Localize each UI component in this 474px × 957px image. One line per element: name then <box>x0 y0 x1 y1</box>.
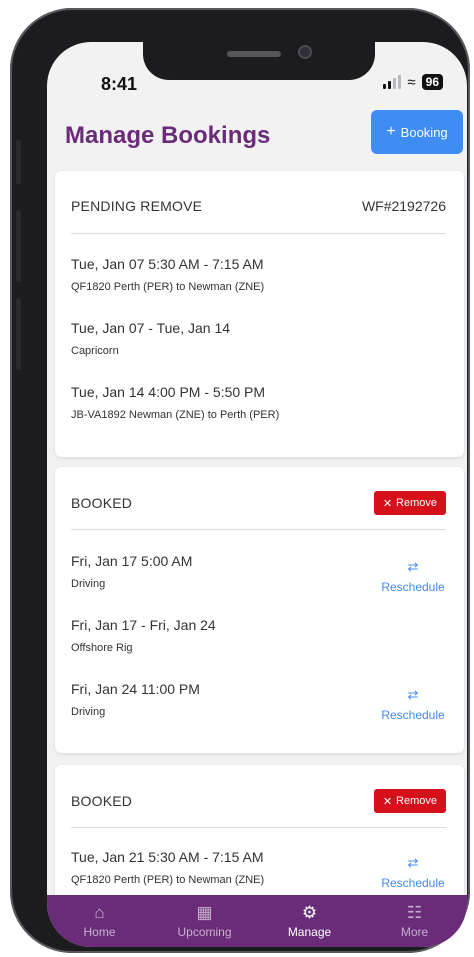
tab-home[interactable]: ⌂ Home <box>55 903 145 939</box>
booking-status: BOOKED <box>71 793 133 809</box>
notch <box>143 42 375 80</box>
leg-subtitle: QF1820 Perth (PER) to Newman (ZNE) <box>71 281 265 293</box>
leg-title: Tue, Jan 14 4:00 PM - 5:50 PM <box>71 384 266 400</box>
swap-icon: ⇄ <box>407 855 419 870</box>
swap-icon: ⇄ <box>407 687 419 702</box>
bookings-list[interactable]: PENDING REMOVE WF#2192726 Tue, Jan 07 5:… <box>47 168 467 896</box>
tab-upcoming[interactable]: ▦ Upcoming <box>160 903 250 939</box>
volume-down-button <box>16 298 21 370</box>
phone-frame: 8:41 ≈ 96 Manage Bookings + Booking PEND… <box>10 8 470 953</box>
leg-subtitle: JB-VA1892 Newman (ZNE) to Perth (PER) <box>71 409 280 421</box>
add-booking-label: Booking <box>400 124 448 140</box>
tab-label: Home <box>83 925 116 939</box>
tab-bar: ⌂ Home ▦ Upcoming ⚙ Manage ☷ More <box>47 895 467 947</box>
remove-label: Remove <box>396 795 437 807</box>
home-icon: ⌂ <box>94 903 105 922</box>
swap-icon: ⇄ <box>407 559 419 574</box>
reschedule-label: Reschedule <box>381 580 445 594</box>
tab-more[interactable]: ☷ More <box>370 903 460 939</box>
grid-icon: ☷ <box>406 903 423 922</box>
booking-leg: Tue, Jan 07 - Tue, Jan 14 Capricorn <box>71 320 448 357</box>
booking-card: BOOKED ✕ Remove Fri, Jan 17 5:00 AM Driv… <box>55 467 464 753</box>
remove-button[interactable]: ✕ Remove <box>373 789 446 813</box>
wifi-icon: ≈ <box>407 73 416 91</box>
tab-label: Upcoming <box>177 925 232 939</box>
leg-title: Tue, Jan 07 5:30 AM - 7:15 AM <box>71 256 264 272</box>
status-time: 8:41 <box>101 74 138 94</box>
reschedule-button[interactable]: ⇄ Reschedule <box>378 687 448 722</box>
reschedule-label: Reschedule <box>381 708 445 722</box>
screen: 8:41 ≈ 96 Manage Bookings + Booking PEND… <box>47 42 467 947</box>
booking-leg: Tue, Jan 21 5:30 AM - 7:15 AM QF1820 Per… <box>71 849 448 890</box>
page-title: Manage Bookings <box>65 122 271 149</box>
leg-subtitle: Capricorn <box>71 345 119 357</box>
add-booking-button[interactable]: + Booking <box>371 110 463 154</box>
booking-leg: Tue, Jan 14 4:00 PM - 5:50 PM JB-VA1892 … <box>71 384 448 421</box>
camera <box>298 45 312 59</box>
battery-icon: 96 <box>421 74 443 90</box>
reschedule-label: Reschedule <box>381 876 445 890</box>
close-icon: ✕ <box>382 795 393 808</box>
volume-up-button <box>16 210 21 282</box>
tab-label: Manage <box>287 925 332 939</box>
close-icon: ✕ <box>382 497 393 510</box>
booking-status: PENDING REMOVE <box>71 198 203 214</box>
divider <box>71 529 446 530</box>
booking-reference: WF#2192726 <box>361 198 446 214</box>
leg-title: Fri, Jan 17 - Fri, Jan 24 <box>71 617 216 633</box>
plus-icon: + <box>386 123 396 140</box>
booking-card: PENDING REMOVE WF#2192726 Tue, Jan 07 5:… <box>55 171 464 457</box>
booking-leg: Fri, Jan 24 11:00 PM Driving ⇄ Reschedul… <box>71 681 448 722</box>
tab-label: More <box>400 925 429 939</box>
booking-card: BOOKED ✕ Remove Tue, Jan 21 5:30 AM - 7:… <box>55 765 464 896</box>
divider <box>71 827 446 828</box>
reschedule-button[interactable]: ⇄ Reschedule <box>378 855 448 890</box>
booking-leg: Tue, Jan 07 5:30 AM - 7:15 AM QF1820 Per… <box>71 256 448 293</box>
gear-icon: ⚙ <box>301 903 318 922</box>
leg-title: Tue, Jan 07 - Tue, Jan 14 <box>71 320 231 336</box>
speaker <box>227 51 281 57</box>
signal-icon <box>383 75 402 89</box>
booking-leg: Fri, Jan 17 5:00 AM Driving ⇄ Reschedule <box>71 553 448 594</box>
app-header: Manage Bookings + Booking <box>47 110 467 166</box>
tab-manage[interactable]: ⚙ Manage <box>265 903 355 939</box>
status-icons: ≈ 96 <box>383 74 443 90</box>
booking-status: BOOKED <box>71 495 133 511</box>
calendar-icon: ▦ <box>196 903 213 922</box>
reschedule-button[interactable]: ⇄ Reschedule <box>378 559 448 594</box>
remove-label: Remove <box>396 497 437 509</box>
booking-leg: Fri, Jan 17 - Fri, Jan 24 Offshore Rig <box>71 617 448 654</box>
leg-subtitle: Offshore Rig <box>71 642 133 654</box>
remove-button[interactable]: ✕ Remove <box>373 491 446 515</box>
mute-switch <box>16 140 21 184</box>
divider <box>71 233 446 234</box>
